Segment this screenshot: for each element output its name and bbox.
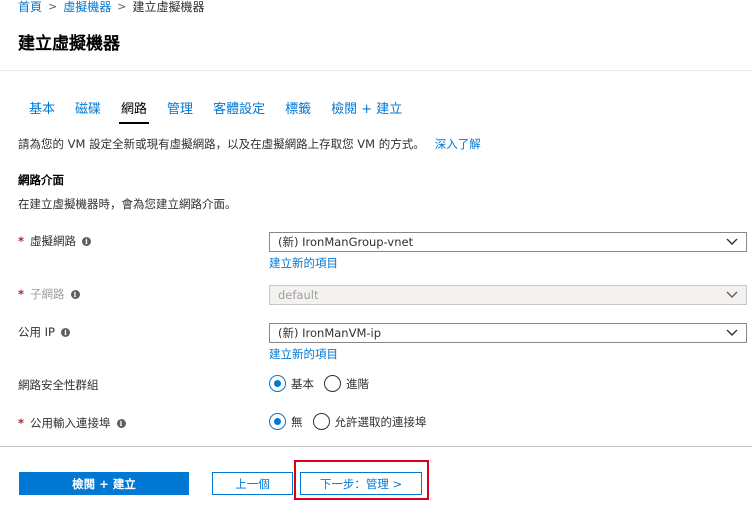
nsg-option-basic-label: 基本 (291, 376, 314, 391)
tab-review-create[interactable]: 檢閱 + 建立 (321, 98, 412, 124)
nsg-option-advanced[interactable]: 進階 (324, 375, 369, 392)
inbound-ports-radio-group: 無 允許選取的連接埠 (269, 413, 437, 430)
chevron-down-icon (726, 329, 738, 336)
inbound-option-none-label: 無 (291, 414, 303, 429)
subnet-label-text: 子網路 (30, 287, 65, 301)
breadcrumb: 首頁 > 虛擬機器 > 建立虛擬機器 (18, 0, 204, 16)
chevron-down-icon (726, 238, 738, 245)
nsg-option-advanced-label: 進階 (346, 376, 369, 391)
breadcrumb-virtual-machines[interactable]: 虛擬機器 (63, 0, 111, 15)
nsg-label-text: 網路安全性群組 (18, 378, 99, 392)
required-marker: * (18, 416, 25, 430)
info-icon[interactable]: i (70, 289, 80, 299)
inbound-option-allow-selected[interactable]: 允許選取的連接埠 (312, 413, 427, 430)
radio-button-selected[interactable] (269, 375, 286, 392)
tab-management[interactable]: 管理 (157, 98, 203, 124)
divider (0, 70, 752, 71)
radio-button-selected[interactable] (269, 413, 286, 430)
radio-button[interactable] (324, 375, 341, 392)
public-ip-label-text: 公用 IP (18, 325, 55, 339)
inbound-option-allow-selected-label: 允許選取的連接埠 (334, 414, 427, 429)
breadcrumb-create-vm: 建立虛擬機器 (132, 0, 205, 14)
inbound-ports-label: * 公用輸入連接埠 i (18, 415, 126, 431)
info-icon[interactable]: i (116, 418, 126, 428)
section-description: 在建立虛擬機器時，會為您建立網路介面。 (18, 197, 237, 211)
vnet-label-text: 虛擬網路 (30, 234, 77, 248)
tab-disks[interactable]: 磁碟 (65, 98, 111, 124)
radio-button[interactable] (312, 413, 330, 430)
vnet-create-new-link[interactable]: 建立新的項目 (269, 255, 338, 271)
vnet-select-value: (新) IronManGroup-vnet (278, 235, 414, 249)
intro-text: 請為您的 VM 設定全新或現有虛擬網路，以及在虛擬網路上存取您 VM 的方式。深… (18, 136, 481, 152)
inbound-option-none[interactable]: 無 (269, 413, 303, 430)
highlight-box (294, 460, 429, 500)
breadcrumb-separator-icon: > (117, 0, 127, 13)
section-title-network-interface: 網路介面 (18, 173, 64, 187)
info-icon[interactable]: i (60, 327, 70, 337)
tab-basics[interactable]: 基本 (18, 98, 65, 124)
previous-button[interactable]: 上一個 (212, 472, 293, 495)
public-ip-create-new-link[interactable]: 建立新的項目 (269, 346, 338, 362)
tab-networking[interactable]: 網路 (111, 98, 157, 124)
subnet-select: default (269, 285, 747, 305)
public-ip-select-value: (新) IronManVM-ip (278, 326, 382, 340)
subnet-select-value: default (278, 288, 319, 302)
vnet-label: * 虛擬網路 i (18, 233, 92, 249)
info-icon[interactable]: i (82, 236, 92, 246)
page-title: 建立虛擬機器 (18, 34, 120, 54)
review-create-button[interactable]: 檢閱 + 建立 (19, 472, 189, 495)
subnet-label: * 子網路 i (18, 286, 80, 302)
public-ip-select[interactable]: (新) IronManVM-ip (269, 323, 747, 343)
learn-more-link[interactable]: 深入了解 (435, 137, 481, 151)
intro-description: 請為您的 VM 設定全新或現有虛擬網路，以及在虛擬網路上存取您 VM 的方式。 (18, 137, 425, 151)
footer-divider (0, 446, 752, 447)
nsg-option-basic[interactable]: 基本 (269, 375, 314, 392)
create-vm-page: 首頁 > 虛擬機器 > 建立虛擬機器 建立虛擬機器 基本 磁碟 網路 管理 客體… (0, 0, 752, 521)
tab-tags[interactable]: 標籤 (275, 98, 321, 124)
nsg-label: 網路安全性群組 (18, 377, 99, 393)
vnet-select[interactable]: (新) IronManGroup-vnet (269, 232, 747, 252)
public-ip-label: 公用 IP i (18, 324, 70, 340)
inbound-ports-label-text: 公用輸入連接埠 (30, 416, 111, 430)
tab-guest-config[interactable]: 客體設定 (203, 98, 275, 124)
breadcrumb-home[interactable]: 首頁 (18, 0, 42, 15)
required-marker: * (18, 287, 25, 301)
required-marker: * (18, 234, 25, 248)
breadcrumb-separator-icon: > (48, 0, 58, 13)
tab-bar: 基本 磁碟 網路 管理 客體設定 標籤 檢閱 + 建立 (18, 98, 412, 124)
chevron-down-icon (726, 291, 738, 298)
nsg-radio-group: 基本 進階 (269, 375, 379, 392)
